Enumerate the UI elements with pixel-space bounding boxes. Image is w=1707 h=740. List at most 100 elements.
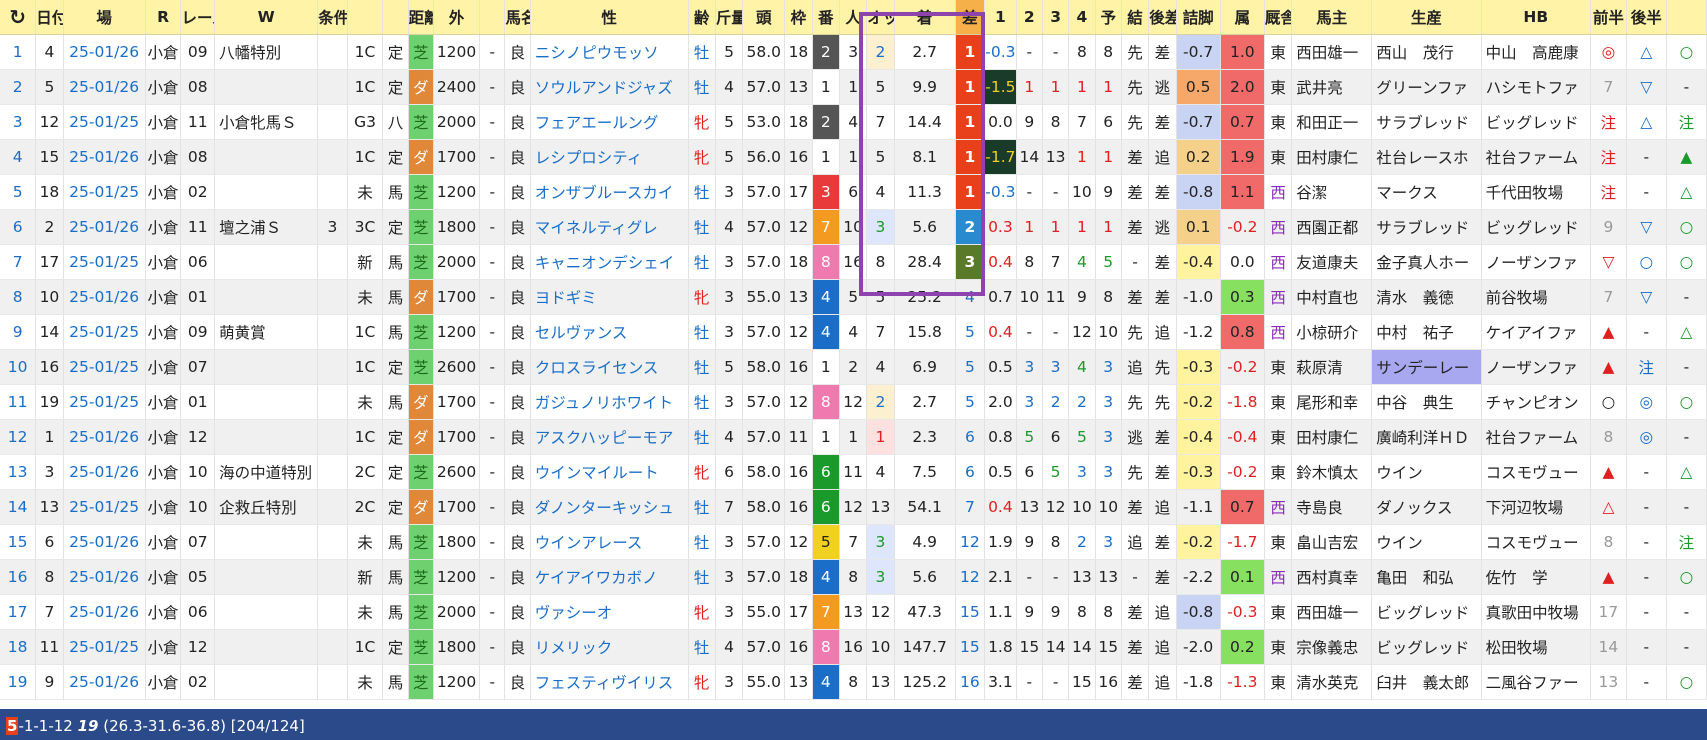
cell-date[interactable]: 25-01/26 (63, 34, 146, 70)
col-header-fin[interactable]: 差 (955, 0, 986, 35)
col-header-cls[interactable] (347, 0, 384, 35)
cell-tsume: 0.7 (1220, 104, 1265, 140)
cell-date[interactable]: 25-01/25 (63, 489, 146, 525)
col-header-yo[interactable]: 結 (1121, 0, 1150, 35)
table-row[interactable]: 18 11 25-01/25 小倉 12 1C 定芝 1800- 良リメリック牡 4 57.0 16 8… (0, 629, 1707, 665)
col-header-race[interactable]: W (214, 0, 319, 35)
cell-date[interactable]: 25-01/26 (63, 559, 146, 595)
cell-horse[interactable]: ヨドギミ (530, 279, 689, 315)
col-header-owner[interactable]: 生産 (1371, 0, 1482, 35)
col-header-diff[interactable]: 1 (984, 0, 1017, 35)
col-header-c4[interactable]: 予 (1095, 0, 1122, 35)
table-row[interactable]: 2 5 25-01/26 小倉 08 1C 定ダ 2400- 良ソウルアンドジャズ牡 4 57.0 1… (0, 69, 1707, 105)
table-row[interactable]: 4 15 25-01/26 小倉 08 1C 定ダ 1700- 良レシプロシティ牝 5 56.0 16… (0, 139, 1707, 175)
col-header-c1[interactable]: 2 (1016, 0, 1043, 35)
col-header-dist[interactable]: 外 (433, 0, 481, 35)
cell-horse[interactable]: ニシノピウモッソ (530, 34, 689, 70)
col-header-ban[interactable]: 人 (839, 0, 868, 35)
cell-date[interactable]: 25-01/26 (63, 594, 146, 630)
cell-horse[interactable]: フェスティヴイリス (530, 664, 689, 700)
table-row[interactable]: 9 14 25-01/25 小倉 09 萌黄賞 1C 馬芝 1200- 良セルヴァンス牡 3 57.0… (0, 314, 1707, 350)
cell-breeder: 下河辺牧場 (1481, 489, 1592, 525)
table-row[interactable]: 13 3 25-01/26 小倉 10 海の中道特別 2C 定芝 2600- 良ウインマイルート牝… (0, 454, 1707, 490)
cell-horse[interactable]: セルヴァンス (530, 314, 689, 350)
col-header-horse[interactable]: 性 (530, 0, 689, 35)
table-row[interactable]: 16 8 25-01/26 小倉 05 新馬芝 1200- 良ケイアイワカボノ牡 3 57.0 18… (0, 559, 1707, 595)
col-header-wt[interactable]: 頭 (742, 0, 786, 35)
col-header-sex[interactable]: 齢 (688, 0, 716, 35)
cell-wt: 53.0 (742, 104, 786, 140)
cell-horse[interactable]: レシプロシティ (530, 139, 689, 175)
col-header-kosa[interactable]: 詰脚 (1176, 0, 1221, 35)
cell-horse[interactable]: クロスライセンス (530, 349, 689, 385)
cell-date[interactable]: 25-01/26 (63, 69, 146, 105)
cell-date[interactable]: 25-01/25 (63, 174, 146, 210)
cell-horse[interactable]: オンザブルースカイ (530, 174, 689, 210)
cell-horse[interactable]: ウインアレース (530, 524, 689, 560)
table-row[interactable]: 14 13 25-01/25 小倉 10 企救丘特別 2C 定ダ 1700- 良ダノンターキッシュ… (0, 489, 1707, 525)
col-header-res[interactable]: 後差 (1148, 0, 1177, 35)
col-header-surf[interactable]: 距離 (408, 0, 434, 35)
table-row[interactable]: 12 1 25-01/26 小倉 12 1C 定ダ 1700- 良アスクハッピーモア牡 4 57.0… (0, 419, 1707, 455)
col-header-hb[interactable]: 前半 (1590, 0, 1627, 35)
cell-date[interactable]: 25-01/25 (63, 244, 146, 280)
table-row[interactable]: 7 17 25-01/25 小倉 06 新馬芝 2000- 良キャニオンデシェイ牡 3 57.0 1… (0, 244, 1707, 280)
refresh-button[interactable]: ↻ (0, 0, 37, 35)
table-row[interactable]: 6 2 25-01/26 小倉 11 壇之浦Ｓ 3 3C 定芝 1800- 良マイネルティグレ牡 4 5… (0, 209, 1707, 245)
col-header-pop[interactable]: オッズ (866, 0, 895, 35)
col-header-heads[interactable]: 枠 (784, 0, 813, 35)
cell-horse[interactable]: ガジュノリホワイト (530, 384, 689, 420)
cell-date[interactable]: 25-01/26 (63, 454, 146, 490)
col-header-kou[interactable] (1666, 0, 1707, 35)
col-header-r[interactable]: レース名 (180, 0, 216, 35)
cell-date[interactable]: 25-01/26 (63, 279, 146, 315)
col-header-waku[interactable]: 番 (812, 0, 840, 35)
col-header-c3[interactable]: 4 (1068, 0, 1096, 35)
cell-date[interactable]: 25-01/25 (63, 384, 146, 420)
cell-date[interactable]: 25-01/25 (63, 314, 146, 350)
cell-horse[interactable]: ダノンターキッシュ (530, 489, 689, 525)
col-header-breeder[interactable]: HB (1481, 0, 1592, 35)
col-header-cond[interactable] (382, 0, 409, 35)
col-header-out[interactable] (479, 0, 506, 35)
col-header-age[interactable]: 斤量 (715, 0, 744, 35)
cell-horse[interactable]: フェアエールング (530, 104, 689, 140)
cell-horse[interactable]: ウインマイルート (530, 454, 689, 490)
col-header-stable[interactable]: 馬主 (1291, 0, 1373, 35)
col-header-date[interactable]: 場 (63, 0, 146, 35)
table-row[interactable]: 1 4 25-01/26 小倉 09 八幡特別 1C 定芝 1200- 良ニシノピウモッソ牡 5 58… (0, 34, 1707, 70)
table-row[interactable]: 17 7 25-01/26 小倉 06 未馬芝 2000- 良ヴァシーオ牝 3 55.0 17 7 13… (0, 594, 1707, 630)
col-header-zen[interactable]: 後半 (1626, 0, 1667, 35)
col-header-odds[interactable]: 着 (894, 0, 956, 35)
cell-horse[interactable]: ケイアイワカボノ (530, 559, 689, 595)
table-row[interactable]: 11 19 25-01/25 小倉 01 未馬ダ 1700- 良ガジュノリホワイト牡 3 57.0… (0, 384, 1707, 420)
cell-horse[interactable]: マイネルティグレ (530, 209, 689, 245)
table-row[interactable]: 19 9 25-01/26 小倉 02 未馬芝 1200- 良フェスティヴイリス牝 3 55.0 1… (0, 664, 1707, 700)
cell-odds: 2.7 (894, 34, 956, 70)
col-header-place[interactable]: R (145, 0, 182, 35)
col-header-w[interactable]: 条件 (317, 0, 348, 35)
table-row[interactable]: 8 10 25-01/26 小倉 01 未馬ダ 1700- 良ヨドギミ牝 3 55.0 13 4 5 5 2… (0, 279, 1707, 315)
cell-date[interactable]: 25-01/26 (63, 139, 146, 175)
cell-horse[interactable]: キャニオンデシェイ (530, 244, 689, 280)
cell-date[interactable]: 25-01/26 (63, 524, 146, 560)
col-header-tsume[interactable]: 属 (1220, 0, 1265, 35)
col-header-x[interactable]: 日付 (35, 0, 64, 35)
cell-horse[interactable]: リメリック (530, 629, 689, 665)
cell-horse[interactable]: ヴァシーオ (530, 594, 689, 630)
cell-date[interactable]: 25-01/25 (63, 104, 146, 140)
cell-date[interactable]: 25-01/26 (63, 209, 146, 245)
table-row[interactable]: 10 16 25-01/25 小倉 07 1C 定芝 2600- 良クロスライセンス牡 5 58.0… (0, 349, 1707, 385)
table-row[interactable]: 5 18 25-01/25 小倉 02 未馬芝 1200- 良オンザブルースカイ牡 3 57.0 1… (0, 174, 1707, 210)
cell-horse[interactable]: アスクハッピーモア (530, 419, 689, 455)
cell-date[interactable]: 25-01/26 (63, 419, 146, 455)
col-header-c2[interactable]: 3 (1042, 0, 1070, 35)
table-row[interactable]: 15 6 25-01/26 小倉 07 未馬芝 1800- 良ウインアレース牡 3 57.0 12 5… (0, 524, 1707, 560)
cell-date[interactable]: 25-01/25 (63, 629, 146, 665)
cell-horse[interactable]: ソウルアンドジャズ (530, 69, 689, 105)
table-row[interactable]: 3 12 25-01/25 小倉 11 小倉牝馬Ｓ G3 八芝 2000- 良フェアエールング牝 5… (0, 104, 1707, 140)
cell-date[interactable]: 25-01/25 (63, 349, 146, 385)
col-header-track[interactable]: 馬名 (504, 0, 531, 35)
col-header-zoku[interactable]: 厩舎 (1264, 0, 1293, 35)
cell-date[interactable]: 25-01/26 (63, 664, 146, 700)
